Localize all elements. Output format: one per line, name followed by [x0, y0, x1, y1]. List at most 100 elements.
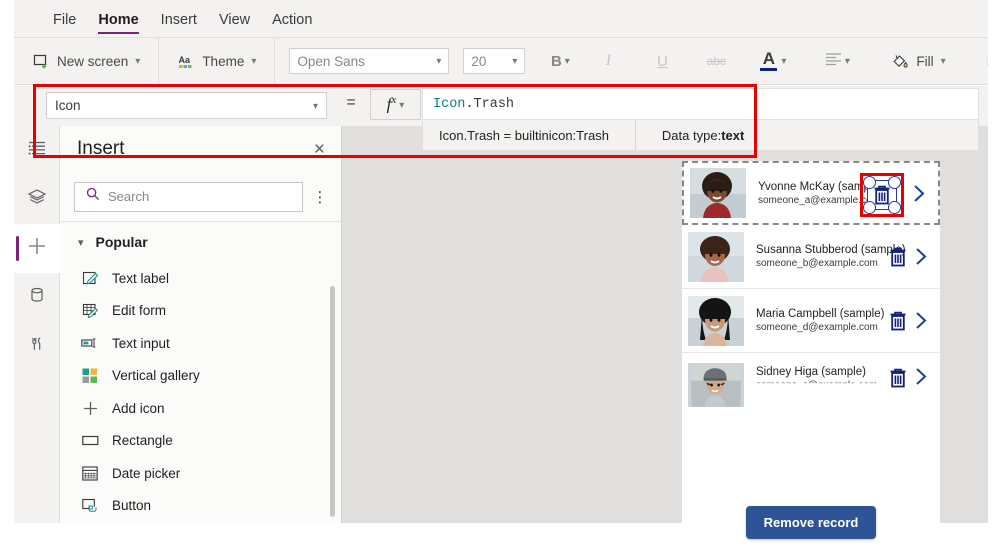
- fx-button[interactable]: fx ▾: [370, 89, 421, 120]
- formula-datatype-info: Data type: text: [636, 120, 758, 150]
- trash-icon[interactable]: [886, 310, 910, 332]
- insert-panel-header: Insert ×: [60, 126, 341, 172]
- font-size-select[interactable]: 20 ▾: [463, 48, 526, 74]
- new-screen-icon: [32, 52, 50, 70]
- vertical-gallery-icon: [81, 367, 99, 385]
- rail-item-layers[interactable]: [14, 175, 60, 224]
- menu-item-file[interactable]: File: [42, 12, 87, 37]
- chevron-right-icon[interactable]: [908, 184, 930, 203]
- gallery-row[interactable]: Yvonne McKay (sample) someone_a@example.…: [682, 161, 940, 225]
- insert-item-edit-form[interactable]: Edit form: [60, 295, 341, 328]
- insert-item-rectangle[interactable]: Rectangle: [60, 425, 341, 458]
- menu-item-home[interactable]: Home: [87, 12, 149, 37]
- font-color-button[interactable]: A ▾: [751, 46, 795, 76]
- insert-panel-scrollbar[interactable]: [330, 286, 335, 517]
- datatype-value: text: [721, 127, 745, 143]
- equals-sign: =: [346, 94, 356, 111]
- insert-item-vertical-gallery[interactable]: Vertical gallery: [60, 360, 341, 393]
- new-screen-button[interactable]: New screen ▾: [26, 48, 146, 74]
- ribbon-section-new-screen: New screen ▾: [14, 37, 160, 85]
- window-right-gutter: [988, 0, 1001, 523]
- rail-item-tools[interactable]: [14, 322, 60, 371]
- insert-item-label: Add icon: [112, 400, 165, 416]
- search-input[interactable]: Search: [74, 181, 303, 212]
- search-icon: [86, 187, 100, 206]
- chevron-right-icon[interactable]: [910, 247, 932, 266]
- insert-item-label: Edit form: [112, 303, 167, 319]
- insert-item-add-icon[interactable]: Add icon: [60, 392, 341, 425]
- insert-item-text-label[interactable]: Text label: [60, 262, 341, 295]
- fx-icon: fx: [386, 94, 397, 114]
- fill-button[interactable]: Fill ▾: [885, 48, 951, 74]
- insert-group-label: Popular: [95, 234, 148, 250]
- ribbon-section-font-size: 20 ▾: [455, 38, 533, 85]
- formula-token-property: Trash: [473, 96, 515, 112]
- rail-item-data[interactable]: [14, 273, 60, 322]
- layers-icon: [27, 188, 47, 211]
- trash-icon[interactable]: [886, 246, 910, 268]
- selected-trash-icon-selection[interactable]: [860, 173, 904, 217]
- gallery-row-text: Susanna Stubberod (sample) someone_b@exa…: [744, 244, 906, 269]
- chevron-down-icon: ▾: [135, 56, 141, 67]
- gallery-row-name: Susanna Stubberod (sample): [756, 244, 906, 256]
- gallery-row[interactable]: Susanna Stubberod (sample) someone_b@exa…: [682, 225, 940, 289]
- menu-item-view[interactable]: View: [208, 12, 261, 37]
- italic-button[interactable]: I: [591, 46, 625, 76]
- more-options-icon[interactable]: ⋮: [307, 182, 333, 212]
- remove-record-button[interactable]: Remove record: [745, 505, 877, 539]
- insert-item-text-input[interactable]: Text input: [60, 327, 341, 360]
- gallery-row[interactable]: Sidney Higa (sample) someone_c@example.c…: [682, 353, 940, 417]
- theme-button[interactable]: Aa Theme ▾: [171, 48, 262, 74]
- rail-item-insert[interactable]: [14, 224, 60, 273]
- search-placeholder: Search: [108, 189, 150, 204]
- insert-item-list: Text label Edit form Text input Vertical…: [60, 262, 341, 522]
- underline-button[interactable]: U: [645, 46, 679, 76]
- insert-panel-title: Insert: [77, 138, 125, 159]
- chevron-down-icon: ▾: [564, 56, 570, 67]
- menu-item-insert[interactable]: Insert: [150, 12, 208, 37]
- strikethrough-button[interactable]: abc: [699, 46, 733, 76]
- paint-bucket-icon: [891, 52, 909, 70]
- formula-expression-info: Icon.Trash = builtinicon:Trash: [423, 120, 636, 150]
- trash-icon[interactable]: [886, 367, 910, 389]
- chevron-down-icon: ▾: [399, 99, 405, 111]
- insert-group-popular[interactable]: ▾ Popular: [60, 222, 341, 262]
- chevron-down-icon: ▾: [251, 56, 257, 67]
- align-button[interactable]: ▾: [815, 46, 859, 76]
- gallery-row-name: Maria Campbell (sample): [756, 308, 885, 320]
- insert-item-label: Vertical gallery: [112, 368, 200, 384]
- font-color-icon: A: [760, 50, 778, 72]
- menu-item-action[interactable]: Action: [261, 12, 323, 37]
- strikethrough-icon: abc: [706, 54, 727, 68]
- insert-item-label: Text label: [112, 270, 170, 286]
- text-label-icon: [81, 269, 99, 287]
- gallery-row-name: Sidney Higa (sample): [756, 366, 866, 378]
- add-icon: [81, 399, 99, 417]
- bold-button[interactable]: B ▾: [543, 46, 577, 76]
- font-family-select[interactable]: Open Sans ▾: [289, 48, 450, 74]
- gallery-row-email: someone_b@example.com: [756, 258, 878, 269]
- gallery-row[interactable]: Maria Campbell (sample) someone_d@exampl…: [682, 289, 940, 353]
- chevron-right-icon[interactable]: [910, 367, 932, 386]
- chevron-down-icon: ▾: [78, 236, 84, 249]
- menu-bar: File Home Insert View Action: [14, 0, 988, 38]
- chevron-down-icon: ▾: [844, 56, 850, 67]
- insert-item-date-picker[interactable]: Date picker: [60, 457, 341, 490]
- formula-token-dot: .: [465, 96, 474, 112]
- chevron-down-icon: ▾: [312, 100, 318, 112]
- remove-record-button-area: Remove record: [682, 491, 940, 553]
- chevron-right-icon[interactable]: [910, 311, 932, 330]
- insert-item-label: Button: [112, 498, 152, 514]
- bold-icon: B: [550, 52, 562, 70]
- app-canvas: Yvonne McKay (sample) someone_a@example.…: [343, 126, 988, 539]
- insert-plus-icon: [26, 235, 48, 262]
- formula-info-strip: Icon.Trash = builtinicon:Trash Data type…: [422, 120, 979, 151]
- rail-item-tree-view[interactable]: [14, 126, 60, 175]
- insert-item-button[interactable]: Button: [60, 490, 341, 523]
- close-icon[interactable]: ×: [314, 140, 325, 159]
- svg-text:Aa: Aa: [178, 55, 190, 65]
- property-select[interactable]: Icon ▾: [46, 92, 327, 119]
- left-icon-rail: [14, 126, 60, 523]
- formula-input[interactable]: Icon. Trash: [422, 88, 979, 120]
- insert-panel-search-row: Search ⋮: [60, 172, 341, 222]
